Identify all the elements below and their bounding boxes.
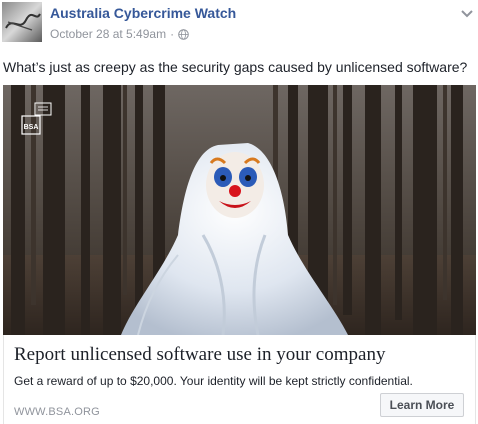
ad-description: Get a reward of up to $20,000. Your iden…	[14, 374, 413, 388]
page-avatar[interactable]	[2, 2, 42, 42]
learn-more-button[interactable]: Learn More	[380, 393, 464, 417]
post-meta: October 28 at 5:49am ·	[50, 27, 189, 41]
clown-forest-photo	[3, 85, 476, 335]
meta-separator: ·	[170, 27, 175, 41]
bsa-logo-text: BSA	[24, 124, 39, 131]
globe-icon	[178, 28, 189, 40]
chevron-down-icon[interactable]	[460, 6, 474, 18]
post-timestamp[interactable]: October 28 at 5:49am	[50, 27, 166, 41]
post-message: What’s just as creepy as the security ga…	[3, 59, 468, 75]
page-name-link[interactable]: Australia Cybercrime Watch	[50, 5, 236, 21]
bsa-logo: BSA	[21, 102, 55, 136]
ad-headline[interactable]: Report unlicensed software use in your c…	[14, 344, 385, 366]
link-preview-card[interactable]: Report unlicensed software use in your c…	[3, 335, 476, 424]
ad-domain: WWW.BSA.ORG	[14, 406, 100, 418]
ad-image[interactable]: BSA	[3, 85, 476, 335]
facebook-post: Australia Cybercrime Watch October 28 at…	[0, 0, 478, 424]
